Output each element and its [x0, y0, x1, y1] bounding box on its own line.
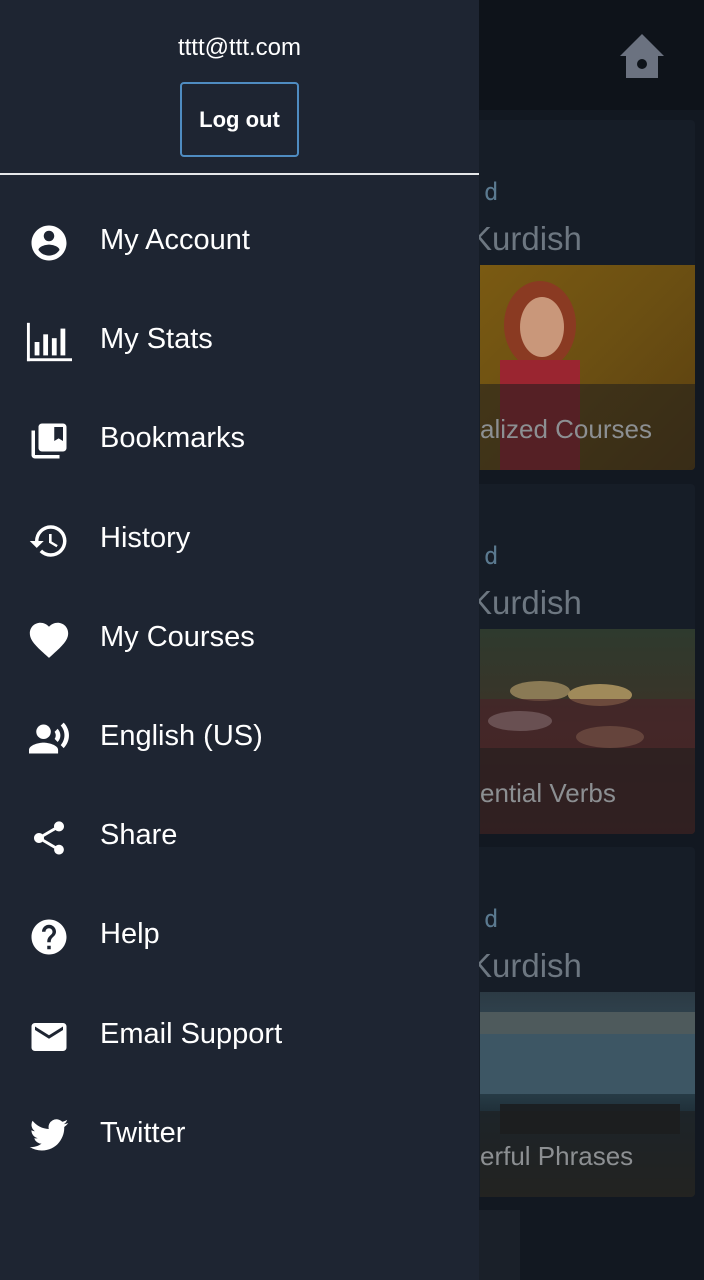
menu-item-help[interactable]: Help [0, 888, 479, 987]
menu-item-label: Help [100, 918, 160, 951]
course-caption-bar: erful Phrases [480, 1111, 695, 1197]
menu-item-history[interactable]: History [0, 492, 479, 591]
course-caption-bar: alized Courses [480, 384, 695, 470]
menu-item-my-stats[interactable]: My Stats [0, 293, 479, 392]
voice-icon [26, 716, 72, 762]
course-image: ential Verbs [480, 629, 695, 834]
course-language: Kurdish [470, 584, 582, 621]
logout-button[interactable]: Log out [180, 82, 299, 157]
course-card[interactable]: d Kurdish alized Courses [470, 120, 695, 470]
account-header: tttt@ttt.com Log out [0, 0, 479, 175]
course-image: erful Phrases [480, 992, 695, 1197]
course-caption: ential Verbs [480, 778, 616, 808]
course-language: Kurdish [470, 220, 582, 257]
menu-item-label: My Courses [100, 620, 255, 653]
drawer-menu: My Account My Stats Bookmarks History My… [0, 194, 479, 1186]
menu-item-my-account[interactable]: My Account [0, 194, 479, 293]
menu-item-label: Twitter [100, 1116, 186, 1149]
share-icon [26, 815, 72, 861]
home-icon[interactable] [616, 30, 668, 82]
course-caption: alized Courses [480, 414, 652, 444]
menu-item-label: Email Support [100, 1017, 283, 1050]
bookmarks-icon [26, 418, 72, 464]
user-email: tttt@ttt.com [177, 34, 302, 61]
history-icon [26, 518, 72, 564]
menu-item-my-courses[interactable]: My Courses [0, 591, 479, 690]
menu-item-label: History [100, 521, 191, 554]
menu-item-label: English (US) [100, 719, 263, 752]
help-icon [26, 914, 72, 960]
heart-icon [26, 617, 72, 663]
menu-item-twitter[interactable]: Twitter [0, 1087, 479, 1186]
menu-item-language[interactable]: English (US) [0, 690, 479, 789]
twitter-icon [26, 1113, 72, 1159]
menu-item-label: Bookmarks [100, 422, 246, 455]
mail-icon [26, 1014, 72, 1060]
course-level: d [484, 178, 499, 206]
menu-item-label: My Account [100, 224, 250, 256]
course-caption: erful Phrases [480, 1141, 634, 1171]
course-card[interactable]: d Kurdish erful Phrases [470, 847, 695, 1197]
menu-item-bookmarks[interactable]: Bookmarks [0, 392, 479, 491]
course-level: d [484, 905, 499, 933]
course-image: alized Courses [480, 265, 695, 470]
course-card[interactable]: d Kurdish ential Verbs [470, 484, 695, 834]
course-level: d [484, 542, 499, 570]
menu-item-email-support[interactable]: Email Support [0, 988, 479, 1087]
menu-item-share[interactable]: Share [0, 789, 479, 888]
navigation-drawer: tttt@ttt.com Log out My Account My Stats… [0, 0, 479, 1280]
bar-chart-icon [26, 319, 72, 365]
account-circle-icon [26, 220, 72, 266]
menu-item-label: My Stats [100, 323, 213, 356]
course-caption-bar: ential Verbs [480, 748, 695, 834]
menu-item-label: Share [100, 819, 178, 852]
course-language: Kurdish [470, 947, 582, 984]
